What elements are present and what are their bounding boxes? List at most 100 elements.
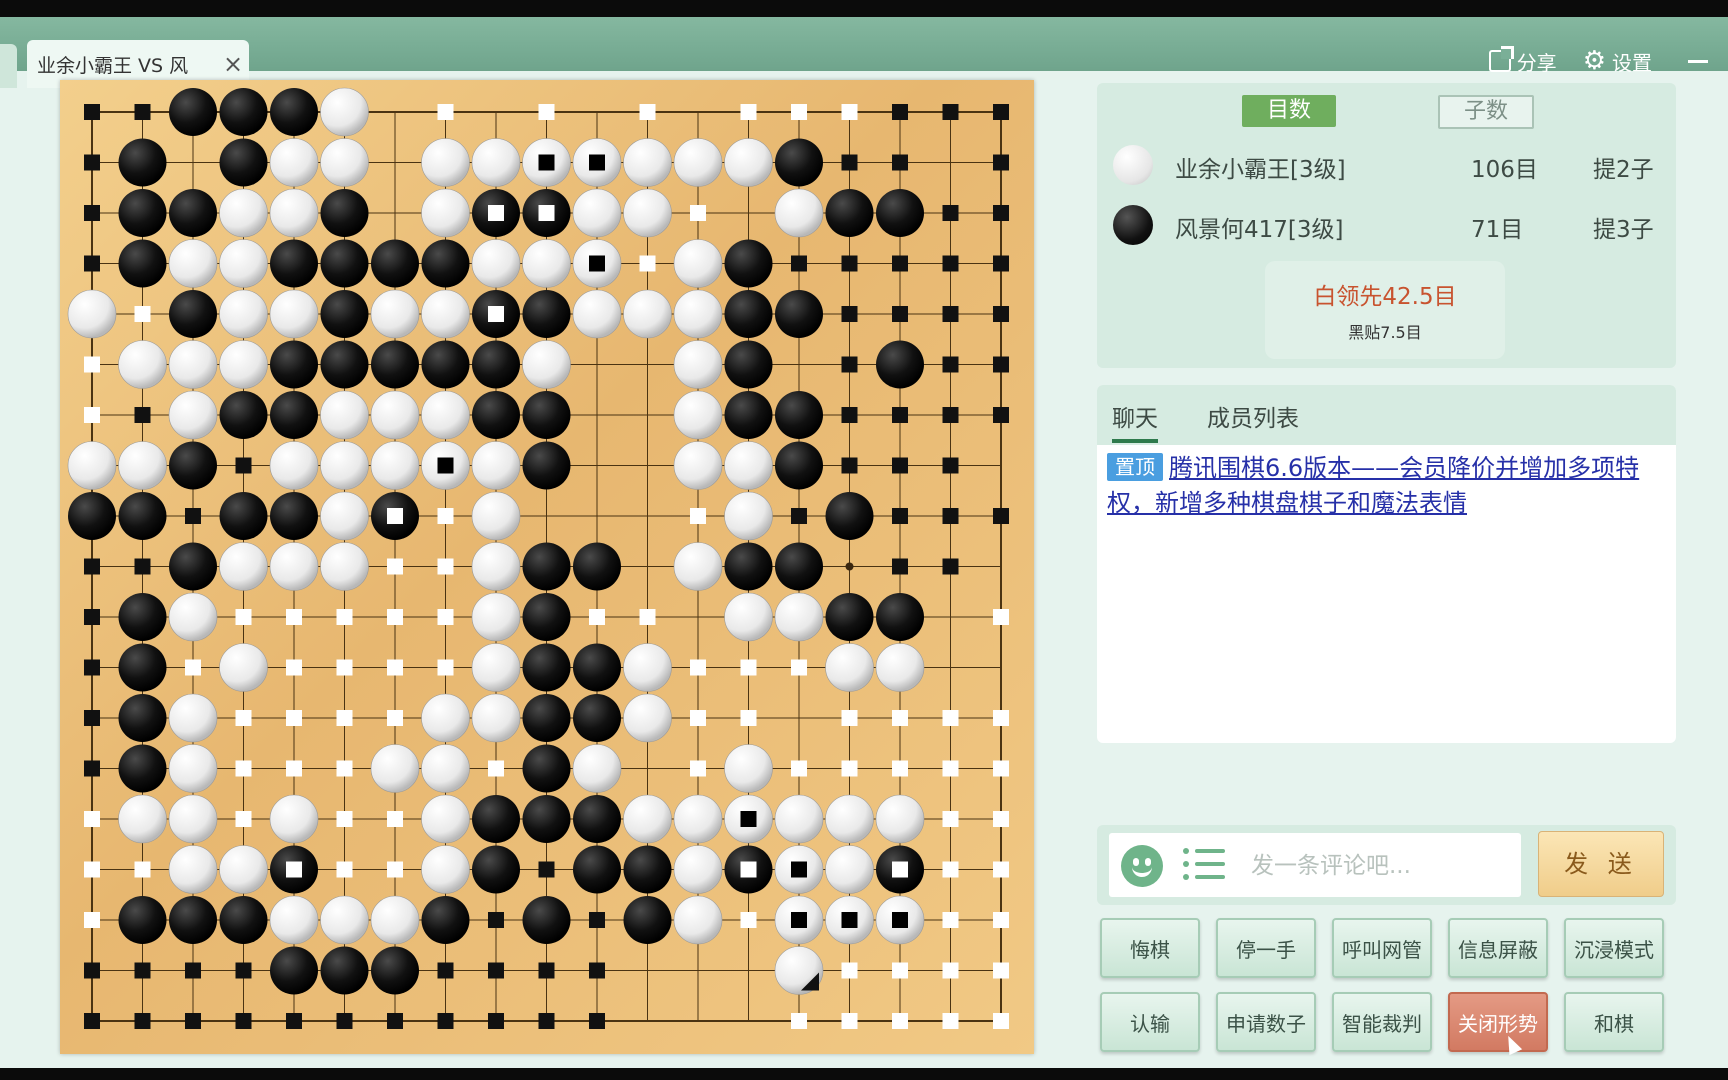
settings-button[interactable]: ⚙ 设置	[1583, 47, 1652, 76]
white-stone	[118, 441, 167, 490]
white-territory-marker	[84, 861, 100, 878]
black-territory-marker	[841, 154, 858, 171]
white-stone	[421, 289, 470, 339]
black-stone	[775, 138, 823, 187]
count-mode-territory-button[interactable]: 目数	[1242, 95, 1336, 127]
resign-button[interactable]: 认输	[1100, 992, 1200, 1052]
black-stone	[775, 290, 823, 338]
white-stone	[370, 441, 420, 490]
black-territory-marker	[791, 255, 807, 272]
white-stone	[522, 340, 571, 389]
white-stone	[471, 592, 521, 642]
black-stone	[876, 189, 924, 237]
black-territory-marker	[235, 962, 252, 979]
black-stone	[573, 694, 621, 742]
black-territory-marker	[84, 659, 100, 676]
white-stone	[623, 643, 672, 692]
black-stone	[623, 845, 672, 894]
dead-stone-marker	[841, 912, 858, 928]
tab-chat[interactable]: 聊天	[1112, 399, 1158, 443]
close-icon[interactable]: ×	[217, 50, 249, 78]
white-territory-marker	[841, 1013, 858, 1029]
request-count-button[interactable]: 申请数子	[1216, 992, 1316, 1052]
black-territory-marker	[235, 457, 252, 474]
white-territory-marker	[235, 609, 252, 625]
close-situation-button[interactable]: 关闭形势	[1448, 992, 1548, 1052]
white-territory-marker	[740, 912, 757, 928]
black-territory-marker	[437, 1013, 454, 1029]
black-territory-marker	[134, 104, 151, 120]
white-stone	[724, 441, 773, 490]
dead-stone-marker	[488, 205, 504, 221]
dead-stone-marker	[589, 154, 605, 171]
white-stone	[774, 592, 824, 642]
black-stone	[270, 239, 318, 288]
black-stone	[270, 946, 318, 995]
white-stone	[724, 592, 773, 642]
dead-stone-marker	[387, 508, 403, 524]
minimize-icon[interactable]	[1688, 59, 1708, 63]
black-territory-marker	[84, 104, 100, 120]
black-stone	[775, 391, 823, 439]
black-territory-marker	[134, 558, 151, 575]
undo-button[interactable]: 悔棋	[1100, 918, 1200, 978]
white-territory-marker	[993, 609, 1009, 625]
white-territory-marker	[387, 609, 403, 625]
black-territory-marker	[892, 508, 908, 524]
white-stone	[471, 542, 521, 591]
block-messages-button[interactable]: 信息屏蔽	[1448, 918, 1548, 978]
pass-button[interactable]: 停一手	[1216, 918, 1316, 978]
ai-judge-button[interactable]: 智能裁判	[1332, 992, 1432, 1052]
pinned-link[interactable]: 腾讯围棋6.6版本——会员降价并增加多项特权，新增多种棋盘棋子和魔法表情	[1107, 454, 1639, 517]
dead-stone-marker	[286, 861, 302, 878]
white-stone	[320, 895, 369, 945]
black-stone	[825, 593, 874, 641]
black-territory-marker	[791, 508, 807, 524]
white-territory-marker	[84, 356, 100, 373]
black-stone	[522, 593, 571, 641]
count-mode-stones-button[interactable]: 子数	[1438, 95, 1534, 129]
send-button[interactable]: 发 送	[1538, 831, 1664, 897]
white-territory-marker	[993, 962, 1009, 979]
immersive-mode-button[interactable]: 沉浸模式	[1564, 918, 1664, 978]
white-territory-marker	[639, 609, 656, 625]
white-territory-marker	[841, 710, 858, 726]
white-territory-marker	[942, 962, 959, 979]
white-territory-marker	[336, 710, 353, 726]
comment-input[interactable]	[1249, 845, 1513, 887]
player-score: 71目	[1471, 217, 1524, 243]
black-stone	[118, 492, 167, 540]
white-stone	[269, 794, 319, 844]
white-stone	[168, 693, 218, 743]
white-stone	[471, 643, 521, 692]
white-stone	[673, 138, 723, 187]
black-territory-marker	[993, 356, 1009, 373]
white-stone	[168, 592, 218, 642]
white-stone	[471, 138, 521, 187]
black-stone	[270, 492, 318, 540]
white-stone	[572, 289, 622, 339]
white-territory-marker	[286, 609, 302, 625]
white-territory-marker	[993, 710, 1009, 726]
black-territory-marker	[84, 710, 100, 726]
black-territory-marker	[841, 356, 858, 373]
black-stone	[724, 340, 773, 389]
black-territory-marker	[942, 508, 959, 524]
black-territory-marker	[942, 205, 959, 221]
board-canvas[interactable]	[60, 80, 1034, 1054]
list-icon[interactable]	[1183, 848, 1225, 885]
share-button[interactable]: 分享	[1488, 47, 1557, 76]
black-territory-marker	[488, 1013, 504, 1029]
go-board[interactable]	[60, 80, 1034, 1054]
white-stone	[421, 138, 470, 187]
white-territory-marker	[740, 104, 757, 120]
black-stone	[320, 239, 369, 288]
white-stone	[168, 239, 218, 288]
draw-button[interactable]: 和棋	[1564, 992, 1664, 1052]
emoji-icon[interactable]	[1121, 845, 1163, 887]
gear-icon: ⚙	[1582, 46, 1606, 76]
tab-members[interactable]: 成员列表	[1207, 399, 1299, 433]
black-stone	[219, 138, 268, 187]
white-territory-marker	[387, 710, 403, 726]
call-admin-button[interactable]: 呼叫网管	[1332, 918, 1432, 978]
